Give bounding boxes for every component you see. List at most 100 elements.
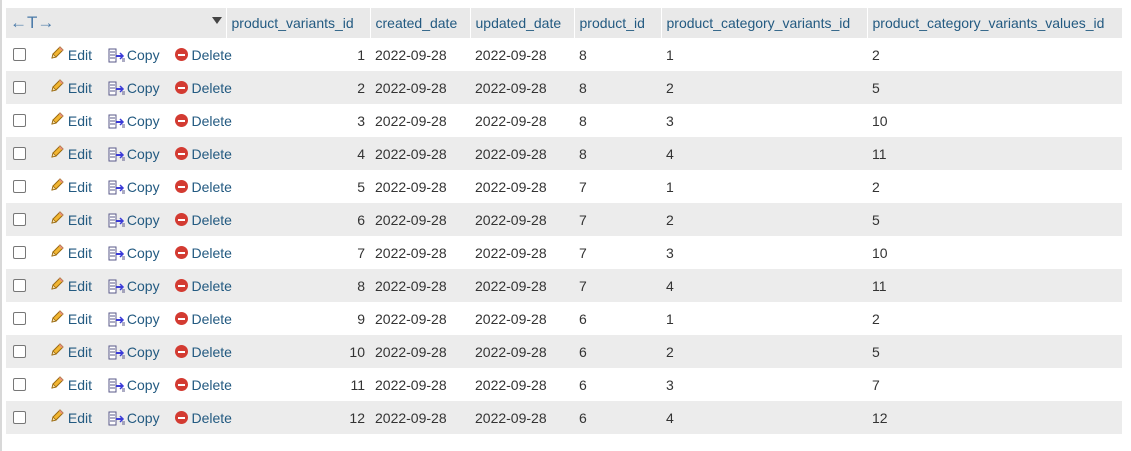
delete-button[interactable]: Delete <box>175 311 232 327</box>
cell-product-category-variants-values-id[interactable]: 2 <box>867 170 1122 203</box>
cell-updated-date[interactable]: 2022-09-28 <box>470 269 574 302</box>
delete-button[interactable]: Delete <box>175 146 232 162</box>
cell-created-date[interactable]: 2022-09-28 <box>370 368 470 401</box>
edit-button[interactable]: Edit <box>49 309 92 328</box>
cell-updated-date[interactable]: 2022-09-28 <box>470 401 574 434</box>
cell-created-date[interactable]: 2022-09-28 <box>370 335 470 368</box>
edit-button[interactable]: Edit <box>49 276 92 295</box>
row-checkbox[interactable] <box>13 180 26 193</box>
cell-product-id[interactable]: 6 <box>574 368 661 401</box>
copy-button[interactable]: Copy <box>108 80 160 96</box>
cell-updated-date[interactable]: 2022-09-28 <box>470 104 574 137</box>
cell-product-category-variants-values-id[interactable]: 10 <box>867 104 1122 137</box>
cell-product-category-variants-values-id[interactable]: 11 <box>867 269 1122 302</box>
cell-product-category-variants-id[interactable]: 4 <box>661 137 867 170</box>
edit-button[interactable]: Edit <box>49 144 92 163</box>
cell-created-date[interactable]: 2022-09-28 <box>370 401 470 434</box>
edit-label[interactable]: Edit <box>68 377 92 393</box>
cell-product-variants-id[interactable]: 9 <box>226 302 370 335</box>
copy-label[interactable]: Copy <box>127 278 160 294</box>
row-checkbox[interactable] <box>13 345 26 358</box>
edit-label[interactable]: Edit <box>68 344 92 360</box>
cell-created-date[interactable]: 2022-09-28 <box>370 203 470 236</box>
cell-created-date[interactable]: 2022-09-28 <box>370 236 470 269</box>
cell-product-variants-id[interactable]: 7 <box>226 236 370 269</box>
row-checkbox[interactable] <box>13 378 26 391</box>
cell-product-variants-id[interactable]: 5 <box>226 170 370 203</box>
cell-created-date[interactable]: 2022-09-28 <box>370 170 470 203</box>
cell-product-variants-id[interactable]: 8 <box>226 269 370 302</box>
edit-label[interactable]: Edit <box>68 212 92 228</box>
cell-product-variants-id[interactable]: 10 <box>226 335 370 368</box>
cell-product-id[interactable]: 6 <box>574 401 661 434</box>
cell-product-id[interactable]: 6 <box>574 335 661 368</box>
cell-created-date[interactable]: 2022-09-28 <box>370 104 470 137</box>
row-checkbox[interactable] <box>13 147 26 160</box>
copy-button[interactable]: Copy <box>108 146 160 162</box>
delete-label[interactable]: Delete <box>191 410 231 426</box>
copy-label[interactable]: Copy <box>127 146 160 162</box>
delete-label[interactable]: Delete <box>191 344 231 360</box>
cell-product-id[interactable]: 6 <box>574 302 661 335</box>
copy-label[interactable]: Copy <box>127 245 160 261</box>
cell-updated-date[interactable]: 2022-09-28 <box>470 335 574 368</box>
copy-label[interactable]: Copy <box>127 377 160 393</box>
delete-button[interactable]: Delete <box>175 47 232 63</box>
cell-updated-date[interactable]: 2022-09-28 <box>470 137 574 170</box>
copy-label[interactable]: Copy <box>127 344 160 360</box>
edit-button[interactable]: Edit <box>49 375 92 394</box>
copy-button[interactable]: Copy <box>108 410 160 426</box>
edit-label[interactable]: Edit <box>68 245 92 261</box>
edit-label[interactable]: Edit <box>68 278 92 294</box>
delete-button[interactable]: Delete <box>175 410 232 426</box>
delete-label[interactable]: Delete <box>191 245 231 261</box>
delete-label[interactable]: Delete <box>191 113 231 129</box>
copy-button[interactable]: Copy <box>108 179 160 195</box>
cell-product-category-variants-values-id[interactable]: 5 <box>867 335 1122 368</box>
cell-created-date[interactable]: 2022-09-28 <box>370 38 470 71</box>
cell-product-category-variants-id[interactable]: 1 <box>661 302 867 335</box>
column-header-created-date[interactable]: created_date <box>370 8 471 38</box>
cell-product-variants-id[interactable]: 6 <box>226 203 370 236</box>
edit-button[interactable]: Edit <box>49 111 92 130</box>
delete-button[interactable]: Delete <box>175 245 232 261</box>
cell-product-category-variants-id[interactable]: 2 <box>661 71 867 104</box>
cell-created-date[interactable]: 2022-09-28 <box>370 302 470 335</box>
cell-product-category-variants-id[interactable]: 2 <box>661 203 867 236</box>
edit-label[interactable]: Edit <box>68 311 92 327</box>
cell-created-date[interactable]: 2022-09-28 <box>370 269 470 302</box>
cell-product-category-variants-id[interactable]: 1 <box>661 170 867 203</box>
cell-product-id[interactable]: 8 <box>574 71 661 104</box>
cell-product-id[interactable]: 8 <box>574 137 661 170</box>
row-checkbox[interactable] <box>13 279 26 292</box>
copy-label[interactable]: Copy <box>127 311 160 327</box>
cell-product-id[interactable]: 8 <box>574 104 661 137</box>
cell-created-date[interactable]: 2022-09-28 <box>370 137 470 170</box>
cell-updated-date[interactable]: 2022-09-28 <box>470 38 574 71</box>
row-checkbox[interactable] <box>13 411 26 424</box>
copy-button[interactable]: Copy <box>108 377 160 393</box>
copy-button[interactable]: Copy <box>108 344 160 360</box>
edit-label[interactable]: Edit <box>68 179 92 195</box>
cell-product-variants-id[interactable]: 12 <box>226 401 370 434</box>
nav-arrows-label[interactable]: ←T→ <box>10 13 54 32</box>
copy-button[interactable]: Copy <box>108 47 160 63</box>
sort-down-icon[interactable] <box>211 17 222 24</box>
edit-button[interactable]: Edit <box>49 243 92 262</box>
row-checkbox[interactable] <box>13 81 26 94</box>
cell-product-category-variants-id[interactable]: 4 <box>661 269 867 302</box>
column-header-product-variants-id[interactable]: product_variants_id <box>226 8 371 38</box>
cell-updated-date[interactable]: 2022-09-28 <box>470 203 574 236</box>
cell-product-category-variants-values-id[interactable]: 5 <box>867 203 1122 236</box>
copy-button[interactable]: Copy <box>108 311 160 327</box>
edit-label[interactable]: Edit <box>68 113 92 129</box>
delete-label[interactable]: Delete <box>191 212 231 228</box>
cell-product-category-variants-id[interactable]: 3 <box>661 236 867 269</box>
cell-product-category-variants-values-id[interactable]: 12 <box>867 401 1122 434</box>
row-checkbox[interactable] <box>13 48 26 61</box>
cell-product-category-variants-values-id[interactable]: 10 <box>867 236 1122 269</box>
cell-updated-date[interactable]: 2022-09-28 <box>470 71 574 104</box>
cell-product-variants-id[interactable]: 11 <box>226 368 370 401</box>
copy-label[interactable]: Copy <box>127 179 160 195</box>
cell-updated-date[interactable]: 2022-09-28 <box>470 236 574 269</box>
